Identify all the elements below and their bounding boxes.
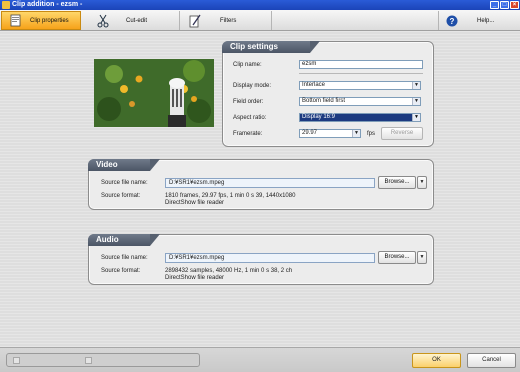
help-icon: ? bbox=[445, 14, 459, 28]
clip-thumbnail bbox=[94, 59, 214, 127]
audio-format-line1: 2898432 samples, 48000 Hz, 1 min 0 s 38,… bbox=[165, 268, 293, 274]
close-button[interactable]: × bbox=[510, 1, 519, 9]
audio-format-line2: DirectShow file reader bbox=[165, 275, 225, 281]
audio-browse-button[interactable]: Browse... bbox=[378, 251, 416, 264]
aspect-ratio-select[interactable]: Display 16:9 ▼ bbox=[299, 113, 421, 122]
display-mode-label: Display mode: bbox=[233, 83, 272, 89]
display-mode-value: Interlace bbox=[302, 82, 326, 88]
audio-source-file-field[interactable]: D:¥SR1¥ezsm.mpeg bbox=[165, 253, 375, 263]
video-browse-dropdown[interactable]: ▼ bbox=[417, 176, 427, 189]
scissors-icon bbox=[96, 14, 110, 28]
options-group bbox=[6, 353, 200, 367]
help-button[interactable]: ? Help... bbox=[438, 11, 520, 30]
minimize-button[interactable]: _ bbox=[490, 1, 499, 9]
framerate-select[interactable]: 29.97 ▼ bbox=[299, 129, 361, 138]
audio-header: Audio bbox=[88, 234, 160, 246]
video-header: Video bbox=[88, 159, 160, 171]
framerate-label: Framerate: bbox=[233, 131, 263, 137]
tab-cut-edit[interactable]: Cut-edit bbox=[90, 11, 180, 30]
audio-source-file-label: Source file name: bbox=[101, 255, 148, 261]
clip-name-field[interactable]: ezsm bbox=[299, 60, 423, 69]
video-format-line2: DirectShow file reader bbox=[165, 200, 225, 206]
clip-settings-header: Clip settings bbox=[222, 41, 320, 53]
chevron-down-icon: ▼ bbox=[412, 82, 420, 89]
title-bar: Clip addition - ezsm - _ □ × bbox=[0, 0, 520, 10]
option-checkbox-1[interactable] bbox=[13, 357, 20, 364]
video-source-file-label: Source file name: bbox=[101, 180, 148, 186]
chevron-down-icon: ▼ bbox=[352, 130, 360, 137]
field-order-select[interactable]: Bottom field first ▼ bbox=[299, 97, 421, 106]
option-checkbox-2[interactable] bbox=[85, 357, 92, 364]
clip-name-label: Clip name: bbox=[233, 62, 262, 68]
audio-panel: Audio Source file name: D:¥SR1¥ezsm.mpeg… bbox=[88, 234, 434, 285]
video-source-file-field[interactable]: D:¥SR1¥ezsm.mpeg bbox=[165, 178, 375, 188]
chevron-down-icon: ▼ bbox=[412, 98, 420, 105]
filter-pen-icon bbox=[188, 14, 202, 28]
svg-text:?: ? bbox=[450, 17, 455, 26]
main-area: Clip settings Clip name: ezsm Display mo… bbox=[0, 31, 520, 347]
video-panel: Video Source file name: D:¥SR1¥ezsm.mpeg… bbox=[88, 159, 434, 210]
document-icon bbox=[8, 14, 22, 28]
display-mode-select[interactable]: Interlace ▼ bbox=[299, 81, 421, 90]
tab-clip-properties[interactable]: Clip properties bbox=[1, 11, 81, 30]
window-title: Clip addition - ezsm - bbox=[12, 1, 83, 8]
tab-label: Filters bbox=[220, 17, 237, 24]
app-icon bbox=[2, 1, 10, 9]
toolbar: Clip properties Cut-edit Filters ? Help.… bbox=[0, 10, 520, 31]
audio-source-format-label: Source format: bbox=[101, 268, 141, 274]
maximize-button[interactable]: □ bbox=[500, 1, 509, 9]
field-order-value: Bottom field first bbox=[302, 98, 346, 104]
video-source-format-label: Source format: bbox=[101, 193, 141, 199]
help-label: Help... bbox=[477, 17, 495, 24]
reverse-button[interactable]: Reverse bbox=[381, 127, 423, 140]
aspect-ratio-value: Display 16:9 bbox=[302, 114, 336, 120]
tab-filters[interactable]: Filters bbox=[182, 11, 272, 30]
audio-browse-dropdown[interactable]: ▼ bbox=[417, 251, 427, 264]
ok-button[interactable]: OK bbox=[412, 353, 461, 368]
aspect-ratio-label: Aspect ratio: bbox=[233, 115, 267, 121]
chevron-down-icon: ▼ bbox=[412, 114, 420, 121]
tab-label: Cut-edit bbox=[126, 17, 148, 24]
cancel-button[interactable]: Cancel bbox=[467, 353, 516, 368]
bottom-bar: OK Cancel bbox=[0, 347, 520, 372]
video-browse-button[interactable]: Browse... bbox=[378, 176, 416, 189]
video-format-line1: 1810 frames, 29.97 fps, 1 min 0 s 39, 14… bbox=[165, 193, 296, 199]
divider bbox=[299, 73, 423, 74]
field-order-label: Field order: bbox=[233, 99, 264, 105]
framerate-unit: fps bbox=[367, 131, 376, 137]
framerate-value: 29.97 bbox=[302, 130, 318, 136]
clip-settings-panel: Clip settings Clip name: ezsm Display mo… bbox=[222, 41, 434, 147]
tab-label: Clip properties bbox=[30, 17, 69, 24]
